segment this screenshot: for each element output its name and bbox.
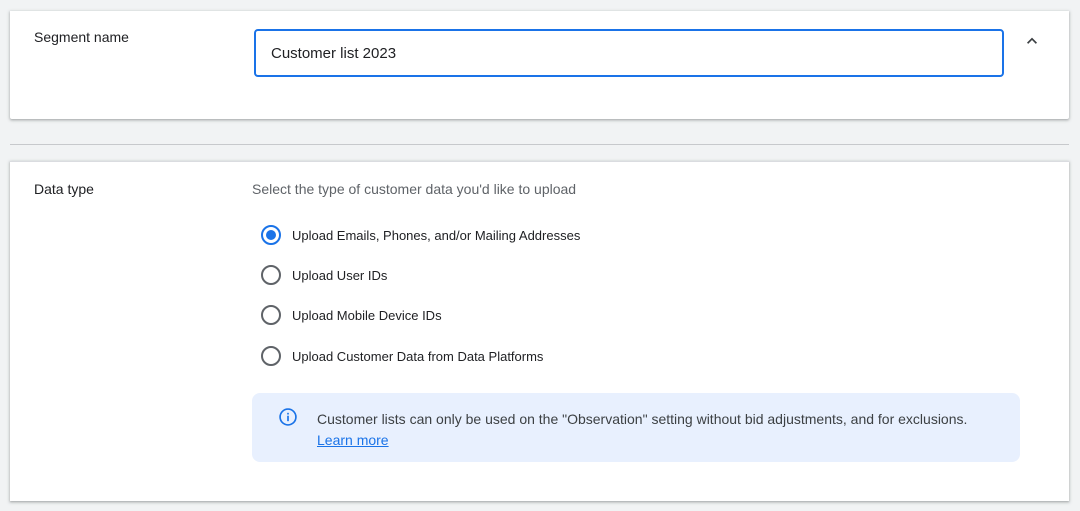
collapse-button[interactable] (1018, 27, 1046, 55)
info-icon (279, 408, 297, 426)
info-banner: Customer lists can only be used on the "… (252, 393, 1020, 462)
radio-button[interactable] (261, 346, 281, 366)
radio-button[interactable] (261, 265, 281, 285)
radio-option-user-ids[interactable]: Upload User IDs (261, 264, 387, 286)
radio-option-data-platforms[interactable]: Upload Customer Data from Data Platforms (261, 345, 543, 367)
chevron-up-icon (1027, 37, 1037, 44)
radio-option-emails[interactable]: Upload Emails, Phones, and/or Mailing Ad… (261, 224, 580, 246)
data-type-label: Data type (34, 181, 94, 197)
radio-label: Upload Emails, Phones, and/or Mailing Ad… (292, 227, 581, 243)
segment-name-label: Segment name (34, 29, 129, 45)
radio-label: Upload User IDs (292, 267, 388, 283)
radio-label: Upload Mobile Device IDs (292, 307, 442, 323)
learn-more-link[interactable]: Learn more (317, 432, 389, 448)
segment-name-input[interactable] (254, 29, 1004, 77)
info-message: Customer lists can only be used on the "… (317, 411, 968, 427)
radio-button[interactable] (261, 305, 281, 325)
info-text: Customer lists can only be used on the "… (317, 409, 1007, 451)
segment-name-card: Segment name (10, 11, 1069, 119)
radio-button-selected[interactable] (261, 225, 281, 245)
data-type-hint: Select the type of customer data you'd l… (252, 181, 577, 197)
radio-option-mobile-device-ids[interactable]: Upload Mobile Device IDs (261, 304, 442, 326)
radio-label: Upload Customer Data from Data Platforms (292, 348, 544, 364)
data-type-card: Data type Select the type of customer da… (10, 161, 1069, 501)
section-divider (10, 144, 1069, 145)
